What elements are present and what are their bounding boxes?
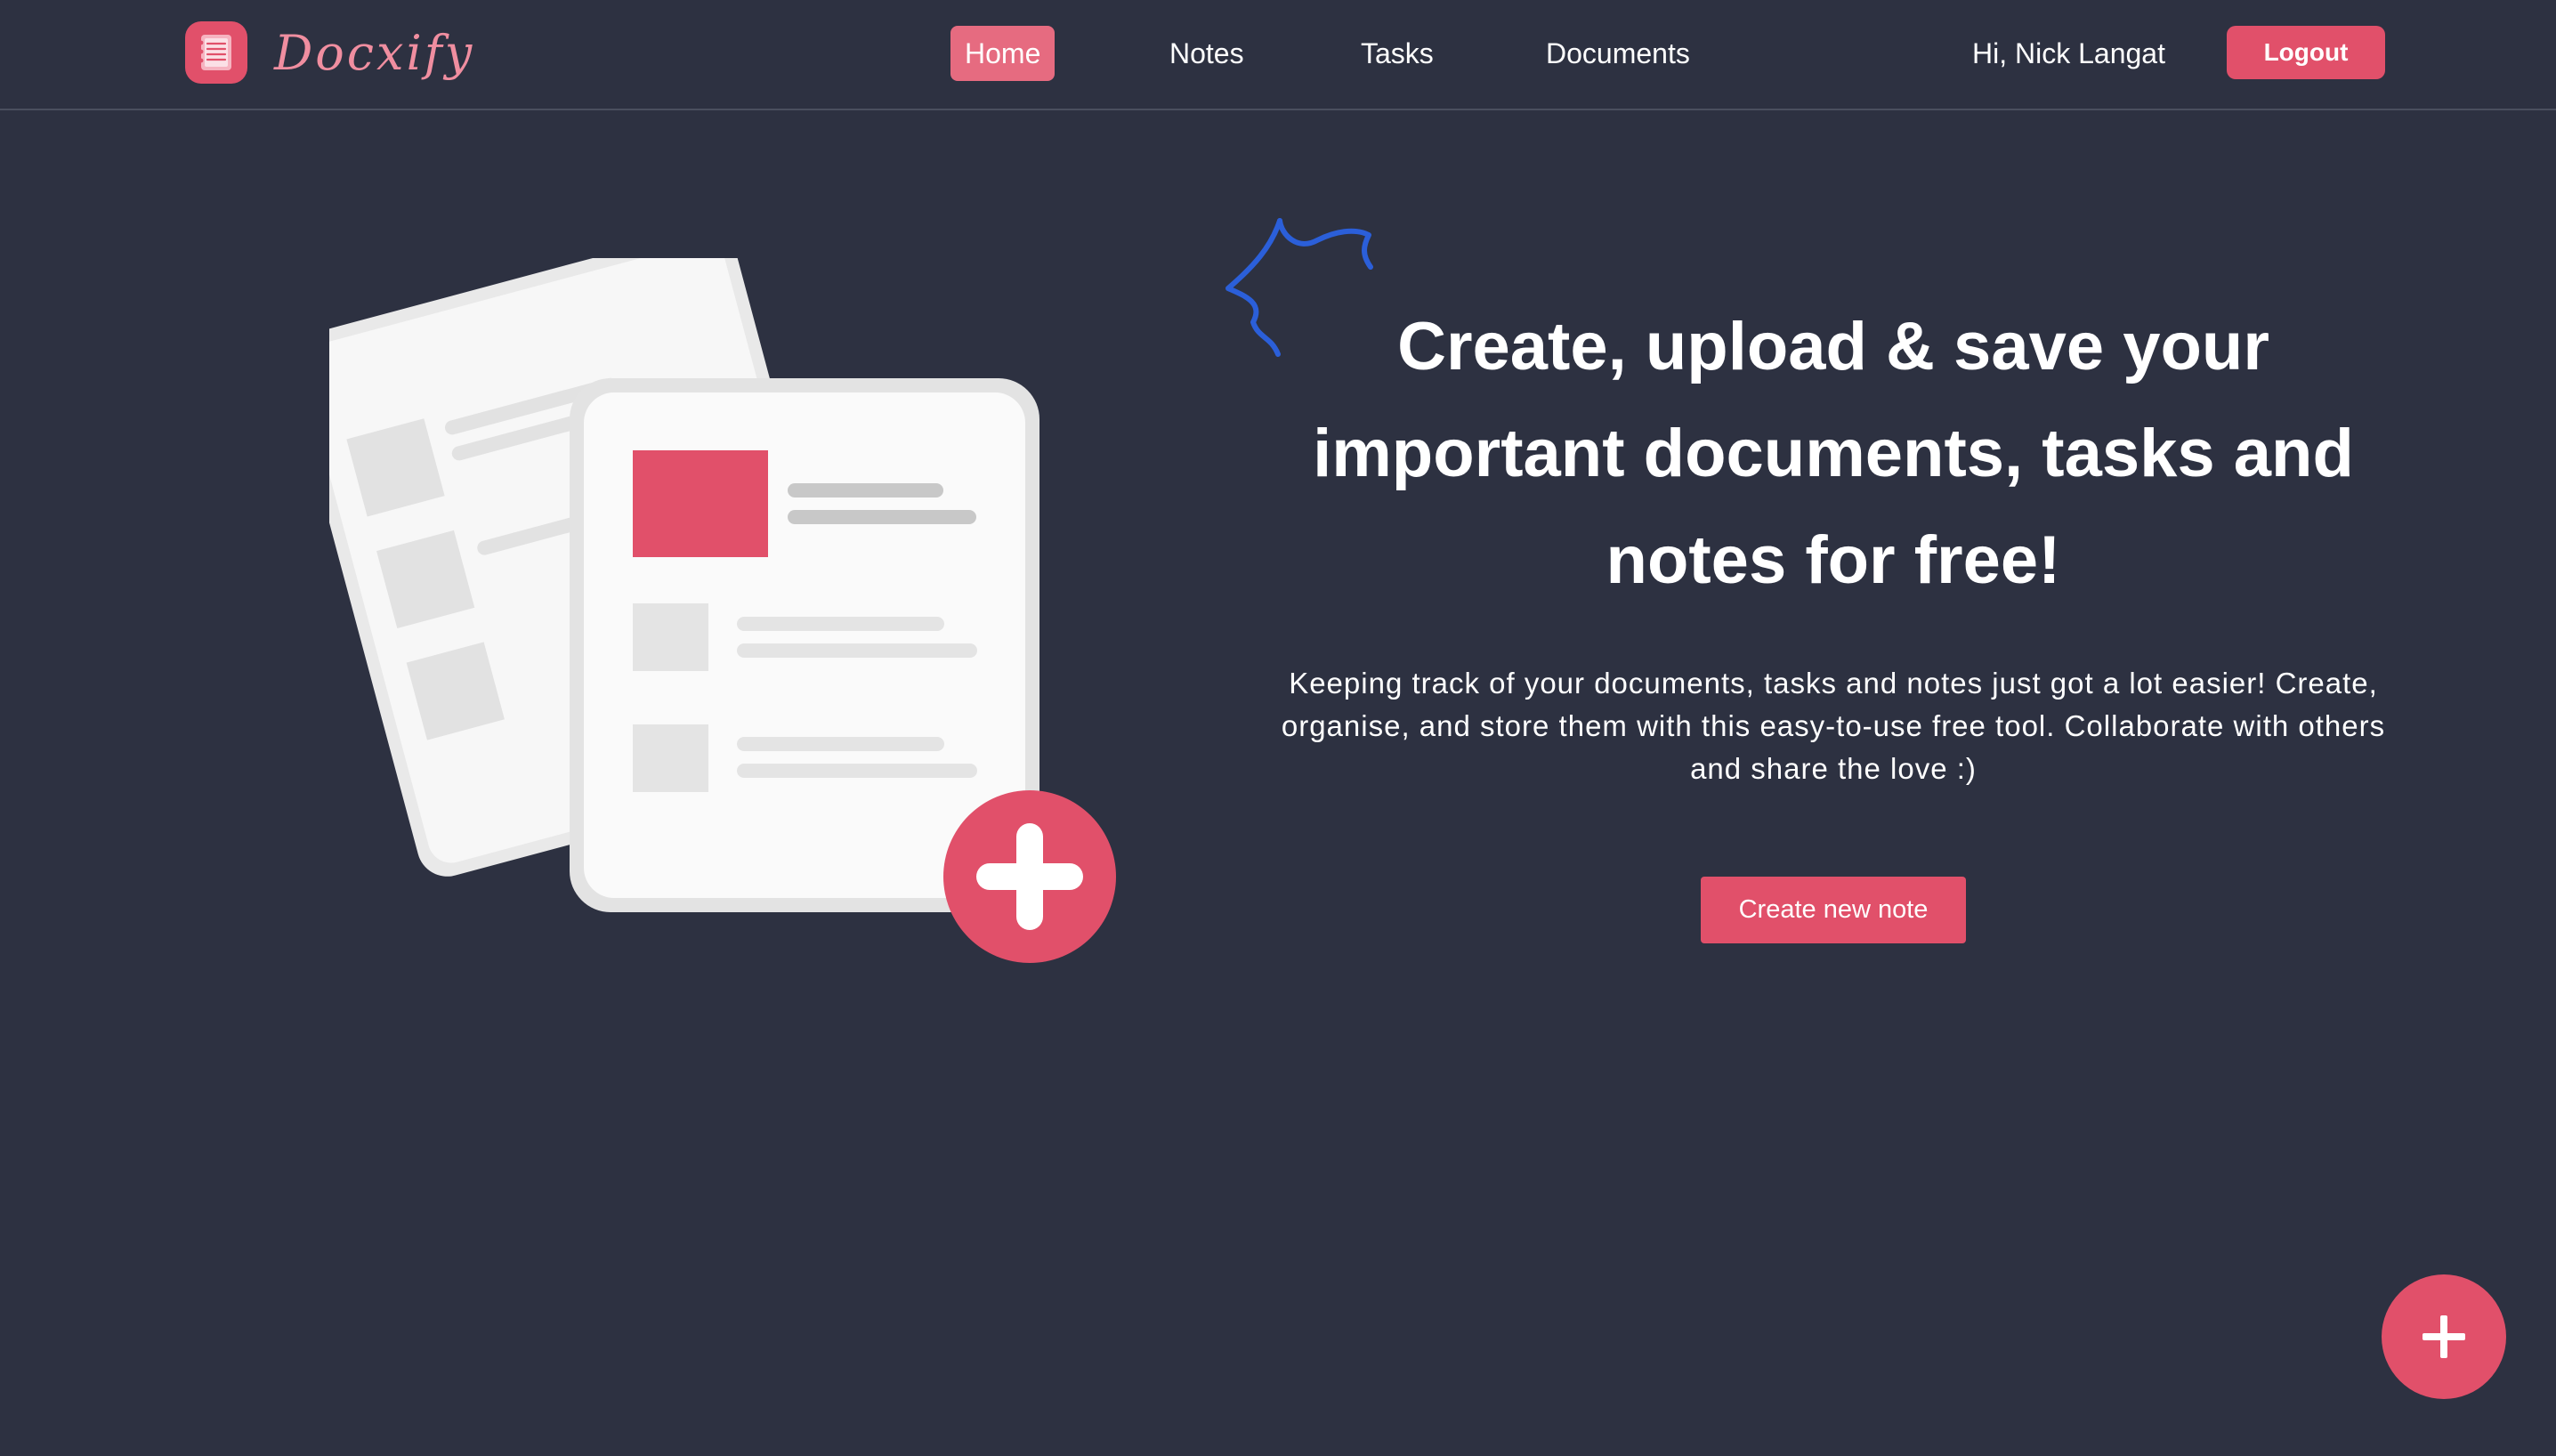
brand-logo-link[interactable]: Docxify xyxy=(185,21,474,84)
logout-button[interactable]: Logout xyxy=(2227,26,2385,79)
nav-tasks[interactable]: Tasks xyxy=(1361,26,1434,81)
plus-icon xyxy=(2423,1315,2465,1358)
documents-plus-illustration xyxy=(329,258,1116,963)
brand-name: Docxify xyxy=(274,24,475,81)
hero-title: Create, upload & save your important doc… xyxy=(1313,309,2354,598)
nav-documents[interactable]: Documents xyxy=(1546,26,1690,81)
create-new-note-button[interactable]: Create new note xyxy=(1701,877,1966,943)
nav-notes[interactable]: Notes xyxy=(1169,26,1244,81)
floating-add-button[interactable] xyxy=(2382,1274,2506,1399)
hero-description: Keeping track of your documents, tasks a… xyxy=(1281,667,2386,785)
notepad-icon xyxy=(185,21,247,84)
user-greeting: Hi, Nick Langat xyxy=(1972,37,2165,69)
top-navbar: Docxify Home Notes Tasks Documents Hi, N… xyxy=(0,0,2556,110)
nav-home[interactable]: Home xyxy=(950,26,1056,81)
